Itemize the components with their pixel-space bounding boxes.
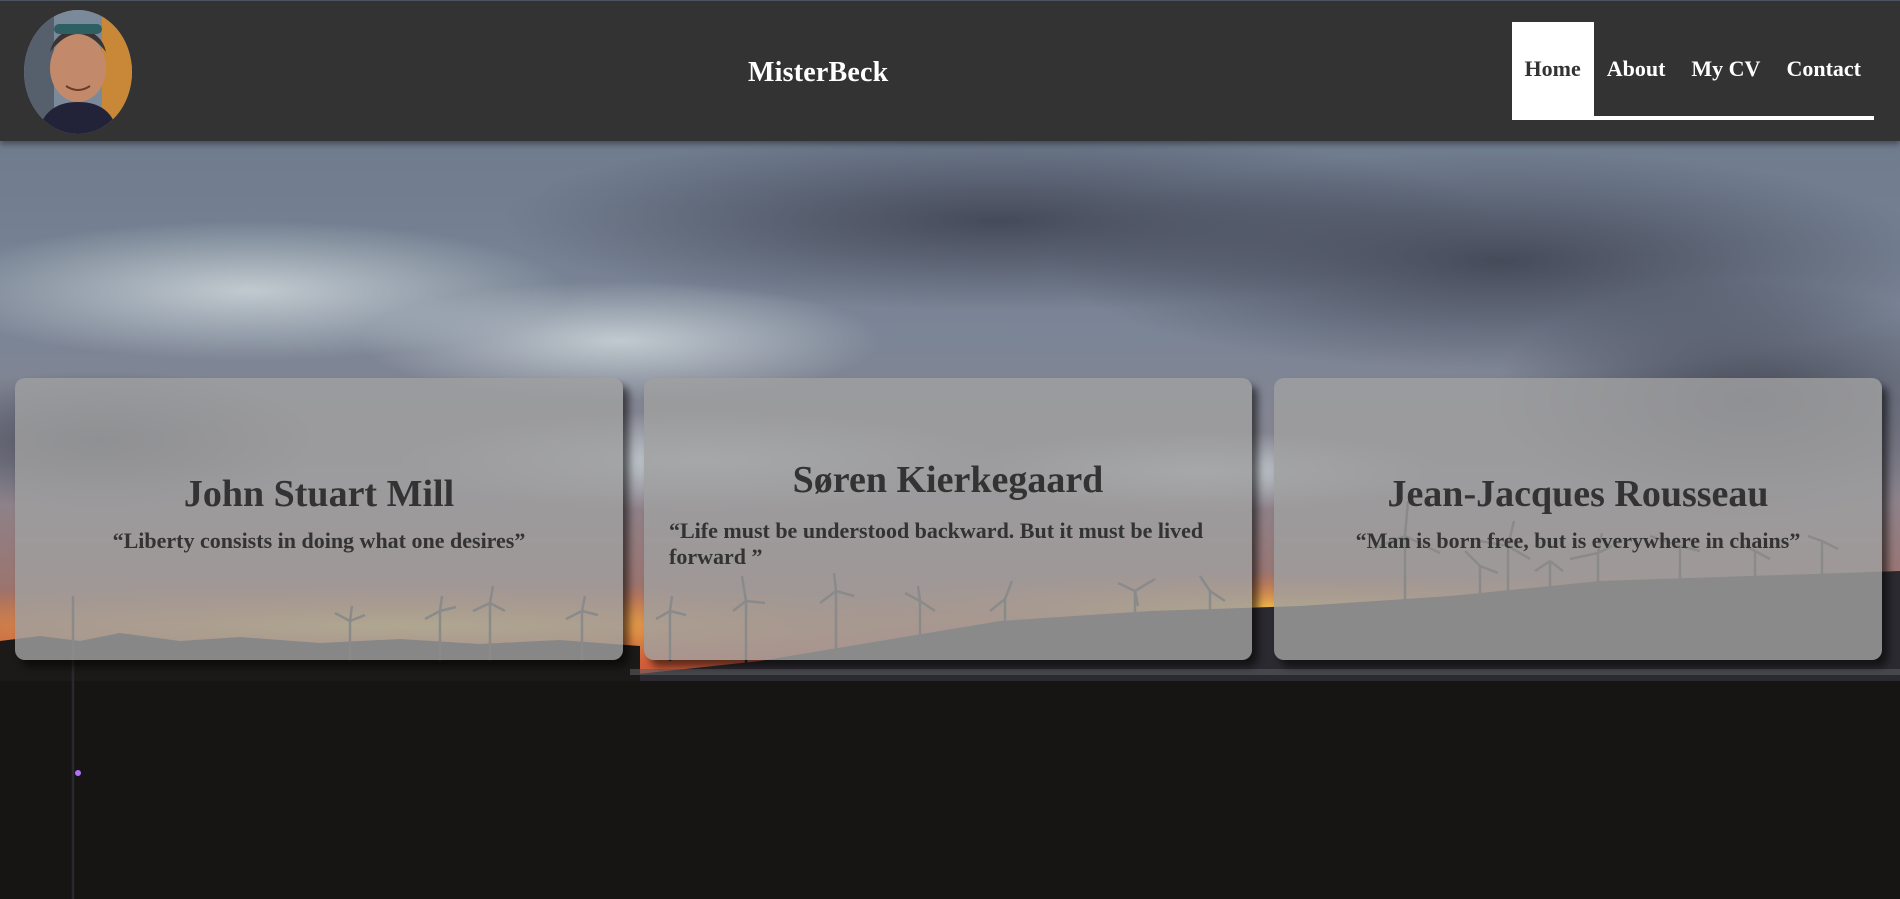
avatar[interactable] <box>24 10 132 134</box>
quote-card-kierkegaard: Søren Kierkegaard “Life must be understo… <box>644 378 1252 660</box>
card-quote: “Man is born free, but is everywhere in … <box>1355 528 1801 553</box>
page: MisterBeck Home About My CV Contact John… <box>0 0 1900 899</box>
quote-card-rousseau: Jean-Jacques Rousseau “Man is born free,… <box>1274 378 1882 660</box>
nav-contact[interactable]: Contact <box>1773 22 1874 116</box>
site-title[interactable]: MisterBeck <box>748 57 888 89</box>
nav-about[interactable]: About <box>1594 22 1679 116</box>
site-header: MisterBeck Home About My CV Contact <box>0 0 1900 141</box>
nav-my-cv[interactable]: My CV <box>1678 22 1773 116</box>
main-nav: Home About My CV Contact <box>1511 22 1874 120</box>
card-quote: “Life must be understood backward. But i… <box>669 518 1204 569</box>
card-quote: “Liberty consists in doing what one desi… <box>112 528 526 553</box>
nav-home[interactable]: Home <box>1511 22 1594 116</box>
profile-photo-icon <box>24 10 132 134</box>
card-title: Jean-Jacques Rousseau <box>1387 473 1769 515</box>
card-title: Søren Kierkegaard <box>792 459 1104 501</box>
card-title: John Stuart Mill <box>183 473 455 515</box>
quote-card-mill: John Stuart Mill “Liberty consists in do… <box>15 378 623 660</box>
